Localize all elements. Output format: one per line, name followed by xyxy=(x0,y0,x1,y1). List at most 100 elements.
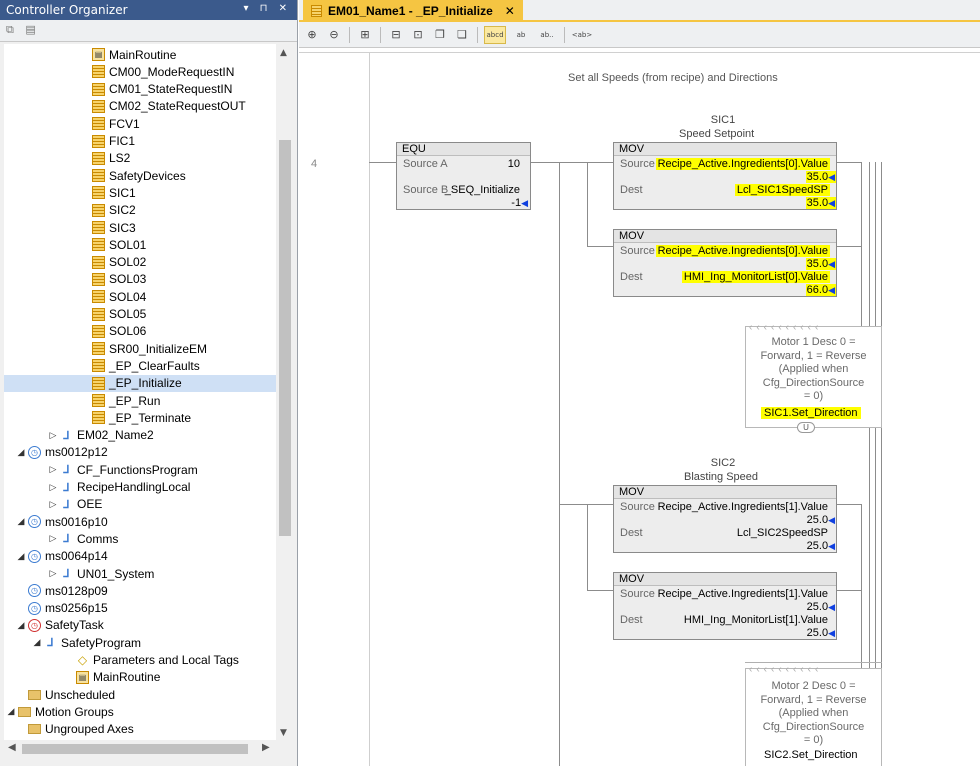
organizer-tree[interactable]: ▤ MainRoutine CM00_ModeRequestIN CM01_State… xyxy=(4,44,276,740)
tree-item[interactable]: ▷ ⅃ UN01_System xyxy=(4,565,276,582)
tree-item[interactable]: SOL02 xyxy=(4,254,276,271)
expand-arrow-icon[interactable]: ▷ xyxy=(46,482,60,493)
dest-tag[interactable]: Lcl_SIC2SpeedSP xyxy=(735,527,830,539)
tree-item[interactable]: LS2 xyxy=(4,150,276,167)
dest-tag[interactable]: HMI_Ing_MonitorList[1].Value xyxy=(682,614,830,626)
tree-item[interactable]: ▷ ⅃ Comms xyxy=(4,530,276,547)
collapse-arrow-icon[interactable]: ◢ xyxy=(30,637,44,648)
ab-swap-icon[interactable]: ab xyxy=(510,26,532,44)
mov-instruction[interactable]: MOV Source Recipe_Active.Ingredients[0].Va… xyxy=(613,142,837,210)
rung-icon[interactable]: ⊟ xyxy=(387,26,405,44)
collapse-all-icon[interactable]: ⧉ xyxy=(6,23,14,36)
dest-tag[interactable]: HMI_Ing_MonitorList[0].Value xyxy=(681,271,830,283)
tree-item[interactable]: SafetyDevices xyxy=(4,167,276,184)
unlatch-coil-icon[interactable]: U xyxy=(797,422,815,433)
tree-item[interactable]: ▷ ⅃ OEE xyxy=(4,496,276,513)
equ-instruction[interactable]: EQU Source A 10 Source B _SEQ_Initialize… xyxy=(396,142,531,210)
tree-item[interactable]: ▷ ⅃ EM02_Name2 xyxy=(4,427,276,444)
expand-arrow-icon[interactable]: ▷ xyxy=(46,464,60,475)
tree-item[interactable]: ◇ Parameters and Local Tags xyxy=(4,652,276,669)
tree-item[interactable]: ▤ MainRoutine xyxy=(4,669,276,686)
tree-item[interactable]: ◢ ◷ ms0016p10 xyxy=(4,513,276,530)
scroll-left-arrow-icon[interactable]: ◀ xyxy=(8,742,16,753)
tree-item[interactable]: SIC1 xyxy=(4,184,276,201)
zoom-out-icon[interactable]: ⊖ xyxy=(325,26,343,44)
tree-item[interactable]: _EP_ClearFaults xyxy=(4,357,276,374)
tree-item[interactable]: SIC2 xyxy=(4,202,276,219)
collapse-arrow-icon[interactable]: ◢ xyxy=(14,551,28,562)
tree-item[interactable]: FCV1 xyxy=(4,115,276,132)
source-tag[interactable]: Recipe_Active.Ingredients[0].Value xyxy=(655,158,830,170)
tree-item[interactable]: SR00_InitializeEM xyxy=(4,340,276,357)
tree-item[interactable]: SOL01 xyxy=(4,236,276,253)
tree-item[interactable]: SOL06 xyxy=(4,323,276,340)
collapse-arrow-icon[interactable]: ◢ xyxy=(14,516,28,527)
tree-item[interactable]: ▷ ⅃ RecipeHandlingLocal xyxy=(4,479,276,496)
tree-item[interactable]: ◢ ◷ ms0012p12 xyxy=(4,444,276,461)
coil1-tag[interactable]: SIC1.Set_Direction xyxy=(761,407,861,419)
mov-instruction[interactable]: MOV Source Recipe_Active.Ingredients[1].Va… xyxy=(613,572,837,640)
instruction-name: MOV xyxy=(614,230,836,243)
tree-item-label: _EP_Run xyxy=(109,393,161,408)
coil2-tag[interactable]: SIC2.Set_Direction xyxy=(761,749,861,761)
source-b-tag[interactable]: _SEQ_Initialize xyxy=(445,184,520,196)
tree-item[interactable]: SOL03 xyxy=(4,271,276,288)
tree-horizontal-scrollbar[interactable]: ◀ ▶ xyxy=(4,740,276,758)
mov-instruction[interactable]: MOV Source Recipe_Active.Ingredients[0].Va… xyxy=(613,229,837,297)
tree-item[interactable]: ▷ ⅃ CF_FunctionsProgram xyxy=(4,461,276,478)
ab-tag-icon[interactable]: <ab> xyxy=(571,26,593,44)
scrollbar-thumb[interactable] xyxy=(279,140,291,536)
tree-item[interactable]: CM02_StateRequestOUT xyxy=(4,98,276,115)
tree-item[interactable]: ◷ ms0256p15 xyxy=(4,600,276,617)
expand-arrow-icon[interactable]: ▷ xyxy=(46,533,60,544)
tree-item[interactable]: ◢ ◷ ms0064p14 xyxy=(4,548,276,565)
tree-item[interactable]: ◢ ⅃ SafetyProgram xyxy=(4,634,276,651)
tab-ep-initialize[interactable]: EM01_Name1 - _EP_Initialize ✕ xyxy=(303,0,523,22)
tree-item[interactable]: CM01_StateRequestIN xyxy=(4,81,276,98)
scrollbar-thumb[interactable] xyxy=(22,744,248,754)
ladder-canvas[interactable]: Set all Speeds (from recipe) and Directi… xyxy=(299,52,980,766)
tree-item[interactable]: SIC3 xyxy=(4,219,276,236)
rung-number[interactable]: 4 xyxy=(311,158,317,170)
source-a-value[interactable]: 10 xyxy=(508,158,520,170)
collapse-arrow-icon[interactable]: ◢ xyxy=(14,447,28,458)
collapse-arrow-icon[interactable]: ◢ xyxy=(4,706,18,717)
zoom-in-icon[interactable]: ⊕ xyxy=(303,26,321,44)
close-icon[interactable]: ✕ xyxy=(505,4,515,18)
expand-arrow-icon[interactable]: ▷ xyxy=(46,568,60,579)
collapse-arrow-icon[interactable]: ◢ xyxy=(14,620,28,631)
tree-item[interactable]: Unscheduled xyxy=(4,686,276,703)
tree-item[interactable]: _EP_Initialize xyxy=(4,374,276,392)
mov-instruction[interactable]: MOV Source Recipe_Active.Ingredients[1].Va… xyxy=(613,485,837,553)
copy-icon[interactable]: ❐ xyxy=(431,26,449,44)
source-tag[interactable]: Recipe_Active.Ingredients[0].Value xyxy=(655,245,830,257)
tree-item[interactable]: CM00_ModeRequestIN xyxy=(4,63,276,80)
tree-item[interactable]: ◢ Motion Groups xyxy=(4,703,276,720)
source-tag[interactable]: Recipe_Active.Ingredients[1].Value xyxy=(656,588,830,600)
expand-arrow-icon[interactable]: ▷ xyxy=(46,499,60,510)
tag-desc-toggle-icon[interactable]: abcd xyxy=(484,25,506,44)
tree-vertical-scrollbar[interactable]: ▲ ▼ xyxy=(276,44,294,740)
branch-icon[interactable]: ⊡ xyxy=(409,26,427,44)
tree-item-label: _EP_Initialize xyxy=(109,376,182,391)
tree-item[interactable]: FIC1 xyxy=(4,133,276,150)
verify-icon[interactable]: ⊞ xyxy=(356,26,374,44)
tree-item[interactable]: SOL04 xyxy=(4,288,276,305)
paste-icon[interactable]: ❏ xyxy=(453,26,471,44)
expand-arrow-icon[interactable]: ▷ xyxy=(46,430,60,441)
scroll-right-arrow-icon[interactable]: ▶ xyxy=(262,742,270,753)
tree-item[interactable]: _EP_Terminate xyxy=(4,409,276,426)
tree-item[interactable]: ◢ ◷ SafetyTask xyxy=(4,617,276,634)
source-tag[interactable]: Recipe_Active.Ingredients[1].Value xyxy=(656,501,830,513)
ab-find-icon[interactable]: ab.. xyxy=(536,26,558,44)
tree-item[interactable]: SOL05 xyxy=(4,306,276,323)
tree-item[interactable]: ◷ ms0128p09 xyxy=(4,582,276,599)
pane-controls[interactable]: ▾ ⊓ ✕ xyxy=(243,3,291,17)
expand-all-icon[interactable]: ▤ xyxy=(25,23,35,36)
tree-item[interactable]: _EP_Run xyxy=(4,392,276,409)
dest-tag[interactable]: Lcl_SIC1SpeedSP xyxy=(734,184,830,196)
tree-item[interactable]: Ungrouped Axes xyxy=(4,721,276,738)
scroll-up-arrow-icon[interactable]: ▲ xyxy=(280,48,287,58)
tree-item[interactable]: ▤ MainRoutine xyxy=(4,46,276,63)
scroll-down-arrow-icon[interactable]: ▼ xyxy=(280,728,287,738)
